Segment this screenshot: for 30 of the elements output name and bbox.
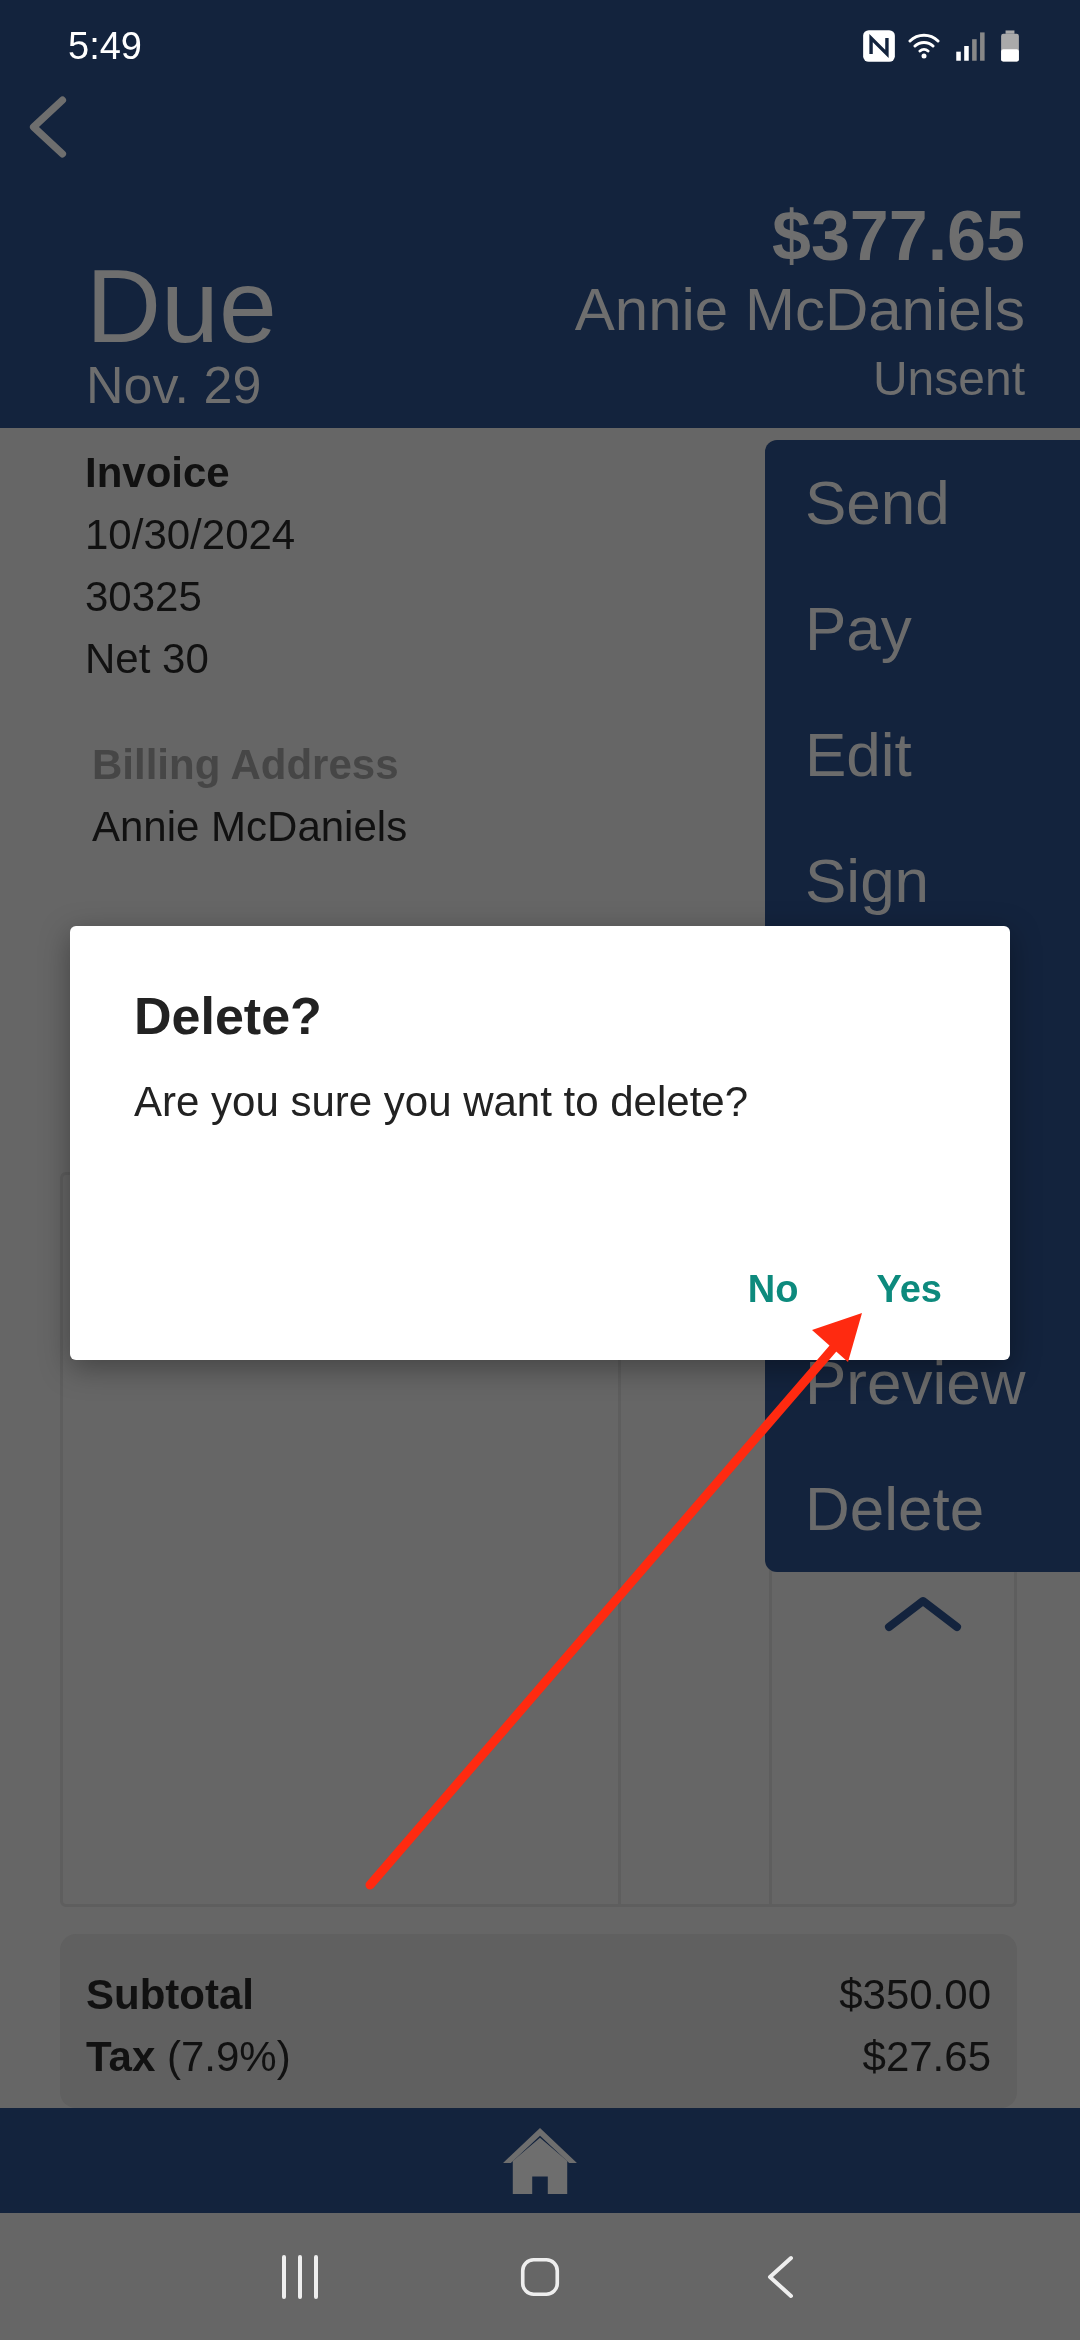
invoice-amount: $377.65: [771, 196, 1025, 276]
invoice-detail: 10/30/2024: [85, 510, 296, 560]
dialog-message: Are you sure you want to delete?: [134, 1077, 750, 1127]
invoice-status: Unsent: [872, 351, 1025, 407]
status-time: 5:49: [68, 24, 142, 68]
dialog-title: Delete?: [134, 986, 323, 1046]
menu-item[interactable]: Delete: [805, 1446, 1080, 1572]
due-date: Nov. 29: [86, 356, 263, 414]
total-label: Subtotal: [86, 1970, 254, 2020]
dialog-button[interactable]: No: [743, 1260, 803, 1319]
total-value: $350.00: [839, 1970, 991, 2020]
nfc-icon: [862, 29, 896, 63]
dialog-button[interactable]: Yes: [872, 1260, 946, 1319]
recents-button[interactable]: [280, 2254, 320, 2299]
billing-name: Annie McDaniels: [92, 802, 408, 852]
invoice-detail: 30325: [85, 572, 202, 622]
home-icon: [501, 2125, 579, 2196]
battery-icon: [1000, 29, 1020, 63]
menu-item[interactable]: Send: [805, 440, 1080, 566]
menu-item[interactable]: Pay: [805, 566, 1080, 692]
due-label: Due: [86, 256, 277, 356]
total-value: $27.65: [862, 2032, 991, 2082]
invoice-title: Invoice: [85, 448, 230, 498]
menu-item[interactable]: Edit: [805, 692, 1080, 818]
signal-icon: [954, 29, 988, 63]
recents-icon: [280, 2254, 320, 2299]
total-label: Tax (7.9%): [86, 2032, 291, 2082]
home-button[interactable]: [501, 2125, 579, 2196]
customer-name: Annie McDaniels: [574, 276, 1025, 344]
invoice-detail: Net 30: [85, 634, 209, 684]
